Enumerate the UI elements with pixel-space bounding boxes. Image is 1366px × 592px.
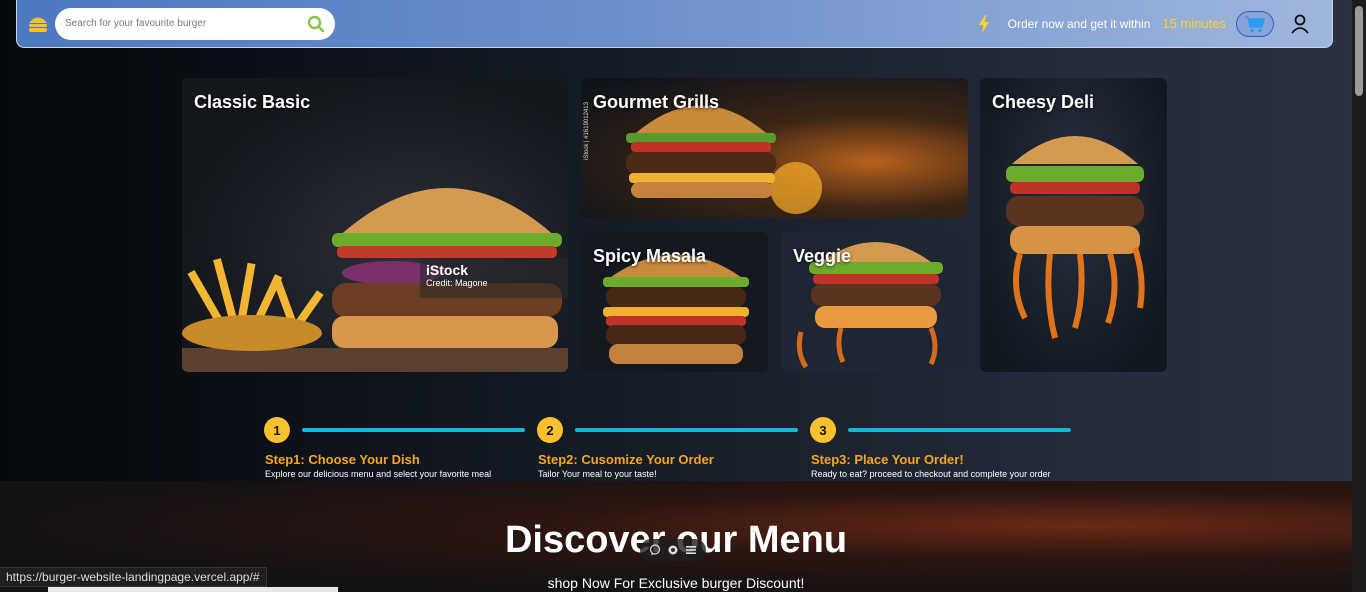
cart-icon: [1245, 15, 1265, 32]
step-description: Tailor Your meal to your taste!: [538, 469, 657, 479]
step-number: 3: [810, 417, 836, 443]
search-bar: [55, 7, 335, 40]
search-icon[interactable]: [305, 13, 327, 35]
bottom-strip: [48, 587, 338, 592]
delivery-time: 15 minutes: [1162, 16, 1226, 31]
category-label: Spicy Masala: [593, 246, 707, 266]
category-label: Classic Basic: [194, 92, 311, 112]
page-scrollbar[interactable]: [1352, 0, 1366, 592]
header-bar: Order now and get it within 15 minutes: [16, 0, 1333, 48]
search-input[interactable]: [65, 18, 305, 29]
step-progress-line: [302, 428, 525, 432]
delivery-promise-text: Order now and get it within: [1007, 16, 1151, 31]
category-label: Veggie: [793, 246, 852, 266]
side-credit: iStock | #1619012413: [584, 102, 590, 160]
category-card-veggie[interactable]: Veggie: [781, 232, 968, 372]
toggle-icon[interactable]: [667, 544, 679, 556]
step-progress-line: [575, 428, 798, 432]
scrollbar-thumb[interactable]: [1355, 6, 1363, 96]
category-card-spicy-masala[interactable]: Spicy Masala: [581, 232, 768, 372]
cheesy-burger-image: [1006, 136, 1145, 339]
user-icon[interactable]: [1290, 13, 1312, 35]
category-card-gourmet-grills[interactable]: Gourmet Grills: [581, 78, 968, 218]
cart-button[interactable]: [1236, 10, 1274, 37]
header-right: Order now and get it within 15 minutes: [978, 0, 1332, 47]
step-progress-line: [848, 428, 1071, 432]
burger-icon[interactable]: [27, 13, 49, 35]
menu-icon[interactable]: [685, 544, 697, 556]
watermark-brand: iStock: [426, 262, 469, 278]
floating-toolbar: [640, 539, 706, 561]
step-description: Ready to eat? proceed to checkout and co…: [811, 469, 1051, 479]
category-label: Gourmet Grills: [593, 92, 720, 112]
category-card-cheesy-deli[interactable]: Cheesy Deli: [980, 78, 1167, 372]
comment-icon[interactable]: [649, 544, 661, 556]
step-title: Step1: Choose Your Dish: [265, 452, 420, 467]
step-description: Explore our delicious menu and select yo…: [265, 469, 492, 479]
category-label: Cheesy Deli: [992, 92, 1095, 112]
status-bar-url: https://burger-website-landingpage.verce…: [0, 567, 267, 587]
landing-page: Order now and get it within 15 minutes: [0, 0, 1366, 592]
bolt-icon: [978, 13, 994, 35]
step-number: 1: [264, 417, 290, 443]
step-title: Step2: Cusomize Your Order: [538, 452, 714, 467]
watermark-credit: Credit: Magone: [426, 278, 488, 288]
step-number: 2: [537, 417, 563, 443]
step-title: Step3: Place Your Order!: [811, 452, 964, 467]
istock-watermark: iStock Credit: Magone: [420, 258, 568, 298]
classic-burger-image: [182, 188, 568, 372]
category-card-classic-basic[interactable]: Classic Basic: [182, 78, 568, 372]
